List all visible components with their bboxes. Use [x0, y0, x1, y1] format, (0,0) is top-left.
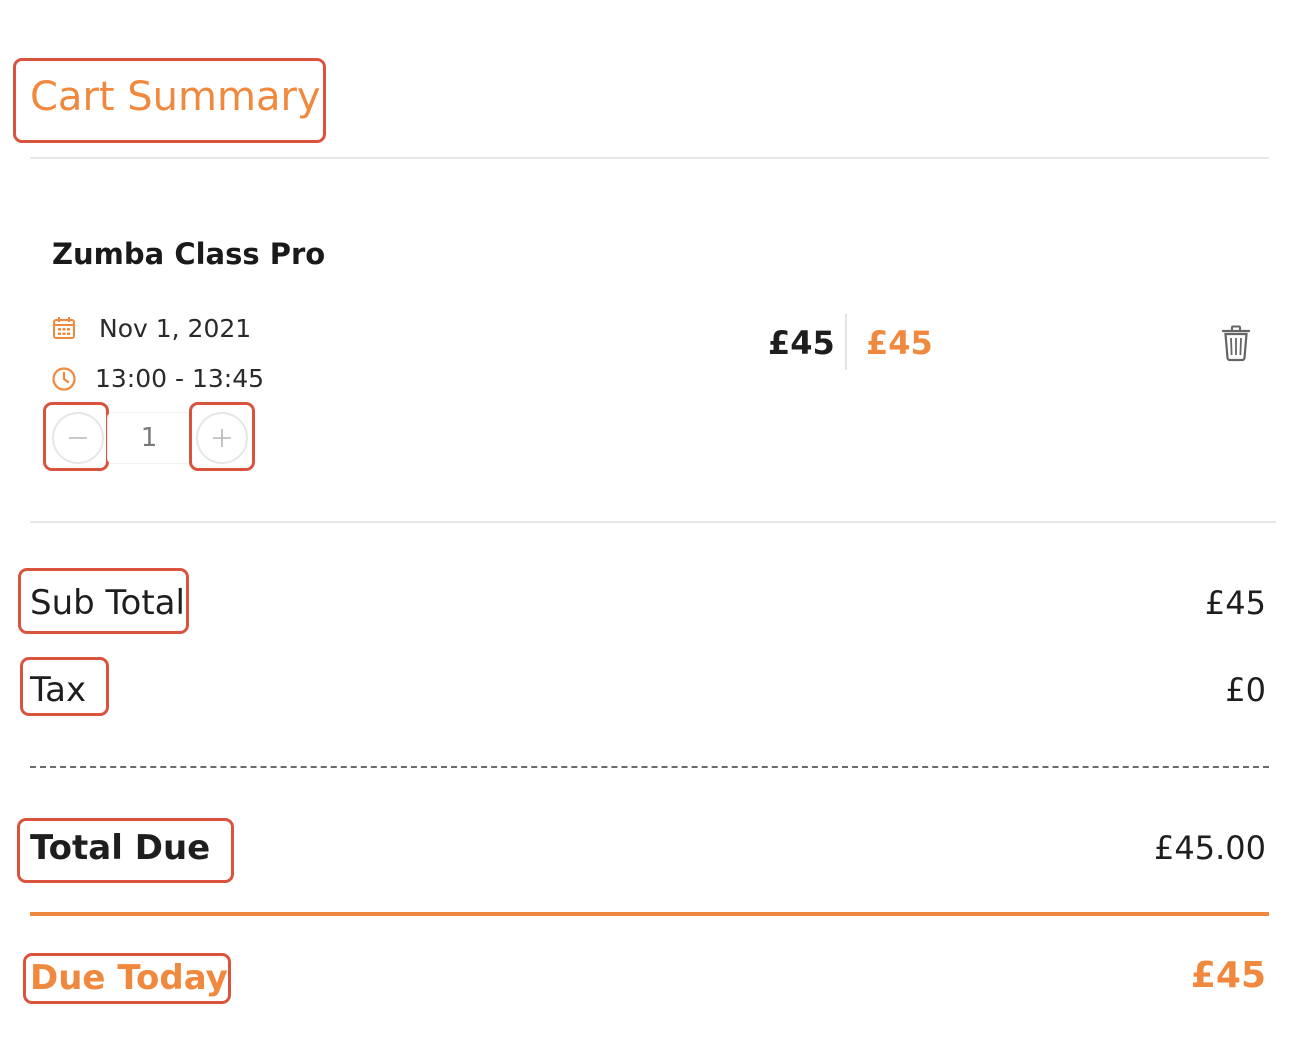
price-separator — [845, 314, 847, 370]
annotation-box — [189, 402, 255, 471]
tax-value: £0 — [1225, 671, 1266, 709]
annotation-box — [13, 58, 326, 143]
clock-icon — [51, 366, 77, 392]
divider — [30, 521, 1276, 523]
subtotal-value: £45 — [1204, 584, 1266, 622]
divider — [30, 157, 1269, 159]
annotation-box — [20, 657, 109, 716]
total-due-value: £45.00 — [1154, 829, 1266, 867]
quantity-input[interactable] — [107, 412, 191, 464]
annotation-box — [23, 953, 231, 1004]
due-today-value: £45 — [1190, 955, 1266, 996]
accent-divider — [30, 912, 1269, 916]
calendar-icon — [51, 315, 77, 341]
item-time: 13:00 - 13:45 — [95, 364, 265, 393]
delete-item-button[interactable] — [1219, 324, 1253, 362]
item-original-price: £45 — [768, 324, 835, 362]
trash-icon — [1221, 325, 1251, 362]
dashed-divider — [30, 766, 1269, 768]
annotation-box — [17, 818, 234, 883]
item-name: Zumba Class Pro — [52, 237, 326, 271]
item-date: Nov 1, 2021 — [99, 314, 252, 343]
annotation-box — [43, 402, 109, 471]
item-final-price: £45 — [866, 324, 933, 362]
annotation-box — [18, 568, 189, 634]
